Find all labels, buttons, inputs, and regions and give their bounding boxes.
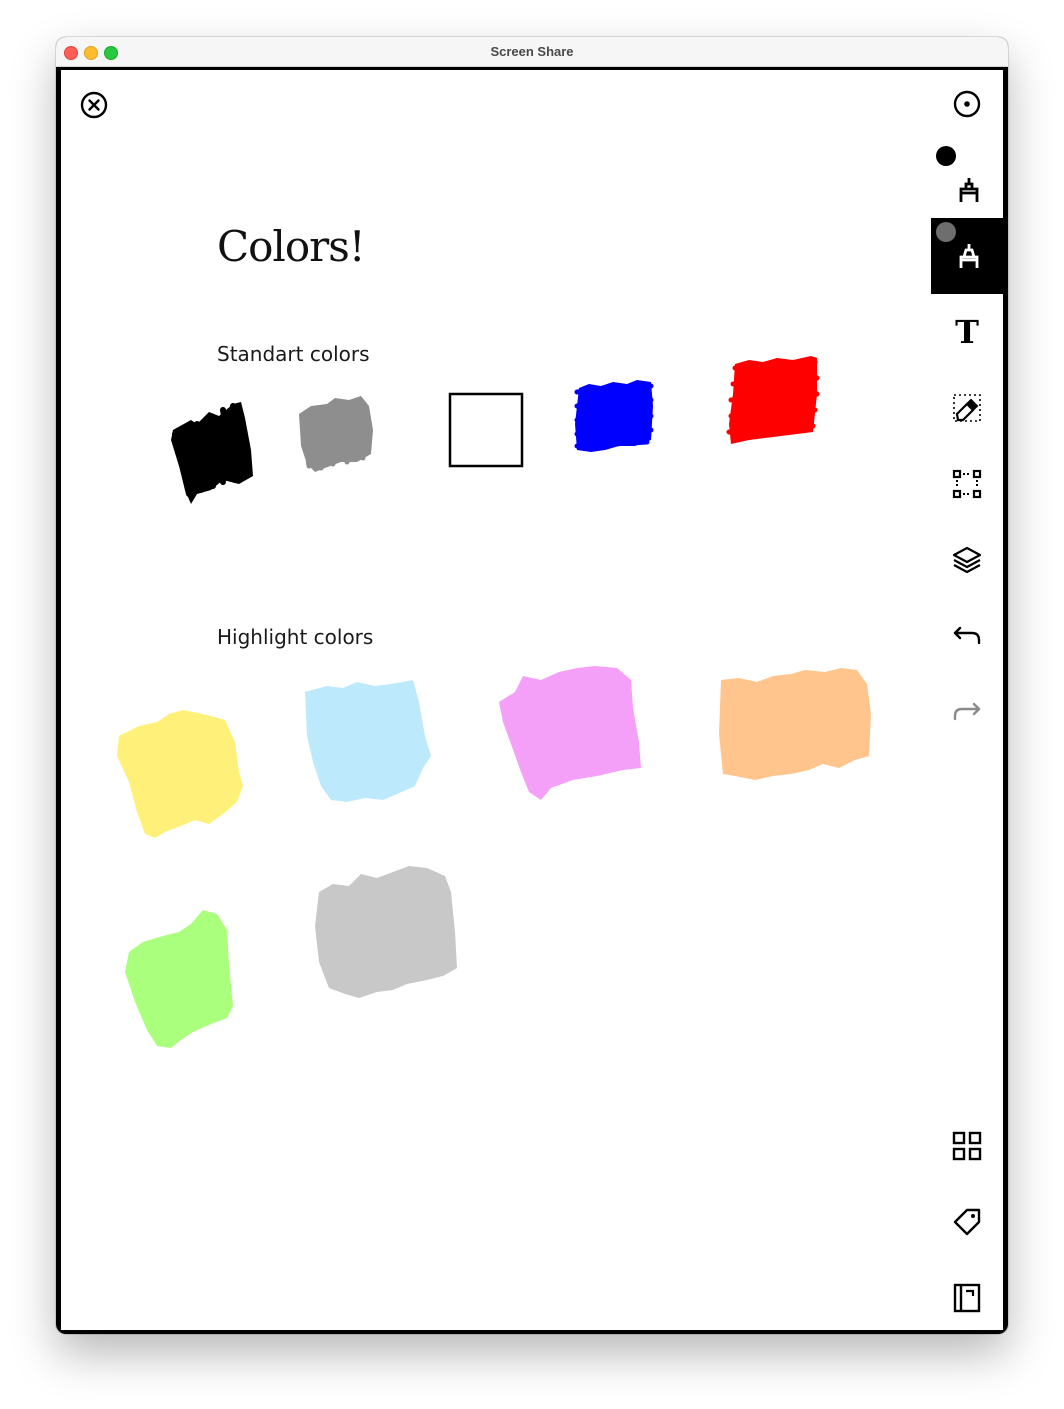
notebook-icon	[953, 1283, 981, 1313]
eraser-icon	[953, 394, 981, 422]
swatch-area	[61, 70, 931, 1330]
screen-share-window: Screen Share Colors! Standart colors Hig…	[56, 37, 1008, 1334]
pointer-tool-button[interactable]	[931, 70, 1003, 142]
eraser-tool-button[interactable]	[931, 370, 1003, 446]
text-tool-button[interactable]: T	[931, 294, 1003, 370]
swatch-black[interactable]	[161, 390, 271, 508]
swatch-gray[interactable]	[293, 392, 383, 478]
swatch-light-blue[interactable]	[301, 676, 437, 806]
undo-button[interactable]	[931, 598, 1003, 674]
select-tool-button[interactable]	[931, 446, 1003, 522]
right-toolbar: T	[931, 70, 1003, 1330]
notebook-button[interactable]	[931, 1260, 1003, 1330]
layers-icon	[952, 546, 982, 574]
title-bar: Screen Share	[56, 37, 1008, 67]
layers-tool-button[interactable]	[931, 522, 1003, 598]
highlighter-tool-button[interactable]	[931, 218, 1003, 294]
pen-tool-button[interactable]	[931, 142, 1003, 218]
swatch-red[interactable]	[725, 354, 825, 448]
window-title: Screen Share	[490, 44, 574, 59]
grid-view-button[interactable]	[931, 1108, 1003, 1184]
tag-button[interactable]	[931, 1184, 1003, 1260]
swatch-pink[interactable]	[495, 662, 647, 802]
pen-color-dot	[936, 146, 956, 166]
canvas-screen[interactable]: Colors! Standart colors Highlight colors	[61, 70, 1003, 1330]
pen-icon	[936, 146, 979, 202]
undo-icon	[953, 626, 981, 645]
tag-icon	[953, 1208, 981, 1236]
swatch-yellow[interactable]	[113, 706, 247, 842]
highlighter-icon	[936, 222, 979, 268]
redo-icon	[953, 702, 981, 721]
highlighter-color-dot	[936, 222, 956, 242]
swatch-orange[interactable]	[717, 664, 875, 784]
swatch-silver[interactable]	[311, 862, 459, 1002]
selection-icon	[952, 469, 982, 499]
pointer-circle-icon	[953, 90, 981, 118]
swatch-green[interactable]	[121, 906, 241, 1052]
swatch-blue[interactable]	[573, 376, 659, 460]
swatch-white[interactable]	[447, 392, 525, 470]
text-tool-icon: T	[955, 313, 979, 351]
grid-icon	[952, 1131, 982, 1161]
redo-button[interactable]	[931, 674, 1003, 750]
